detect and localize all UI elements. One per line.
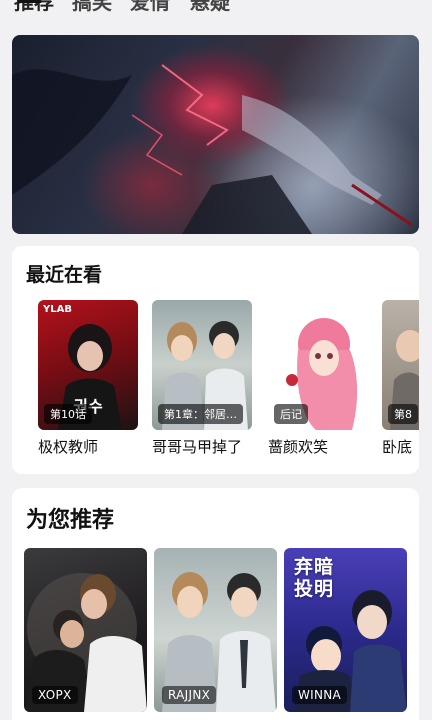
tab-funny[interactable]: 搞笑 bbox=[72, 0, 112, 15]
recent-item-title[interactable]: 极权教师 bbox=[38, 436, 98, 457]
recent-section-title: 最近在看 bbox=[26, 264, 103, 286]
episode-badge: 第1章：邻居… bbox=[158, 404, 243, 424]
recent-section: 最近在看 YLAB 권수 第10话 极权教师 第1章：邻居… 哥哥马甲掉了 bbox=[12, 246, 419, 474]
category-tabs: 推荐 搞笑 爱情 悬疑 bbox=[0, 0, 432, 20]
recent-item-title[interactable]: 卧底 bbox=[382, 436, 419, 457]
recent-item-cover[interactable]: YLAB 권수 第10话 bbox=[38, 300, 138, 430]
recommend-item-cover[interactable]: XOPX bbox=[24, 548, 147, 712]
active-tab-indicator bbox=[18, 0, 42, 3]
ylab-logo: YLAB bbox=[43, 304, 72, 315]
recommend-section: 为您推荐 XOPX RAJJNX 弃暗 投明 WINNA bbox=[12, 488, 419, 720]
publisher-tag: RAJJNX bbox=[162, 686, 217, 704]
recommend-section-title: 为您推荐 bbox=[26, 508, 115, 533]
tab-romance[interactable]: 爱情 bbox=[130, 0, 170, 15]
recent-item-title[interactable]: 哥哥马甲掉了 bbox=[152, 436, 242, 457]
episode-badge: 第8 bbox=[388, 404, 418, 424]
episode-badge: 第10话 bbox=[44, 404, 92, 424]
banner-artwork bbox=[12, 64, 413, 234]
cover-title: 弃暗 投明 bbox=[294, 556, 335, 600]
publisher-tag: XOPX bbox=[32, 686, 78, 704]
episode-badge: 后记 bbox=[274, 404, 308, 424]
publisher-tag: WINNA bbox=[292, 686, 348, 704]
recent-item-cover[interactable]: 第8 bbox=[382, 300, 419, 430]
featured-banner[interactable] bbox=[12, 35, 419, 234]
recent-item-title[interactable]: 蔷颜欢笑 bbox=[268, 436, 328, 457]
recent-item-cover[interactable]: 后记 bbox=[268, 300, 368, 430]
recommend-item-cover[interactable]: 弃暗 投明 WINNA bbox=[284, 548, 407, 712]
recommend-item-cover[interactable]: RAJJNX bbox=[154, 548, 277, 712]
tab-suspense[interactable]: 悬疑 bbox=[190, 0, 230, 15]
recent-item-cover[interactable]: 第1章：邻居… bbox=[152, 300, 252, 430]
